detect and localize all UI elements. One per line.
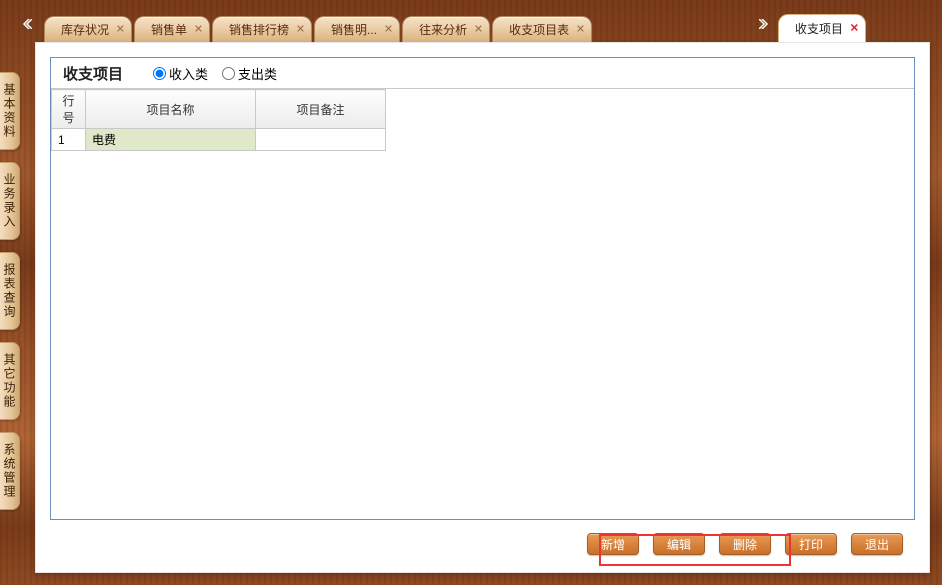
add-button[interactable]: 新增 (587, 533, 639, 555)
tab-label: 销售明... (331, 21, 377, 38)
tab-inventory[interactable]: 库存状况 ✕ (44, 16, 132, 42)
sidebar-item-business-entry[interactable]: 业务录入 (0, 162, 20, 240)
col-header-note[interactable]: 项目备注 (256, 90, 386, 129)
table-row[interactable]: 1 电费 (52, 129, 386, 151)
tab-label: 往来分析 (419, 21, 467, 38)
tab-sales-detail[interactable]: 销售明... ✕ (314, 16, 400, 42)
radio-income-input[interactable] (153, 67, 166, 80)
items-table: 行号 项目名称 项目备注 1 电费 (51, 89, 386, 151)
tab-label: 销售排行榜 (229, 21, 289, 38)
main-panel: 收支项目 收入类 支出类 行号 项目名称 项目备注 (35, 42, 930, 573)
close-icon[interactable]: ✕ (296, 24, 305, 35)
col-header-rownum[interactable]: 行号 (52, 90, 86, 129)
tab-label: 收支项目表 (509, 21, 569, 38)
data-grid: 行号 项目名称 项目备注 1 电费 (51, 88, 914, 151)
tab-label: 收支项目 (795, 20, 843, 37)
col-header-name[interactable]: 项目名称 (86, 90, 256, 129)
tab-sales-order[interactable]: 销售单 ✕ (134, 16, 210, 42)
tab-scroll-right[interactable] (755, 8, 773, 40)
tab-label: 销售单 (151, 21, 187, 38)
close-icon[interactable]: ✕ (850, 23, 859, 34)
sidebar: 基本资料 业务录入 报表查询 其它功能 系统管理 (0, 42, 22, 585)
close-icon[interactable]: ✕ (576, 24, 585, 35)
sidebar-item-label: 报表查询 (1, 263, 18, 319)
tab-income-expense-table[interactable]: 收支项目表 ✕ (492, 16, 592, 42)
sidebar-item-label: 系统管理 (1, 443, 18, 499)
page-title: 收支项目 (63, 63, 123, 84)
tab-contacts[interactable]: 往来分析 ✕ (402, 16, 490, 42)
panel-inner: 收支项目 收入类 支出类 行号 项目名称 项目备注 (50, 57, 915, 520)
category-radio-group: 收入类 支出类 (153, 64, 277, 83)
radio-income[interactable]: 收入类 (153, 64, 208, 83)
tab-scroll-left[interactable] (18, 8, 36, 40)
sidebar-item-label: 基本资料 (1, 83, 18, 139)
radio-expense[interactable]: 支出类 (222, 64, 277, 83)
panel-header: 收支项目 收入类 支出类 (51, 58, 914, 88)
exit-button[interactable]: 退出 (851, 533, 903, 555)
close-icon[interactable]: ✕ (384, 24, 393, 35)
button-bar: 新增 编辑 删除 打印 退出 (36, 528, 929, 560)
sidebar-item-label: 其它功能 (1, 353, 18, 409)
close-icon[interactable]: ✕ (194, 24, 203, 35)
radio-expense-input[interactable] (222, 67, 235, 80)
sidebar-item-basic-data[interactable]: 基本资料 (0, 72, 20, 150)
table-header-row: 行号 项目名称 项目备注 (52, 90, 386, 129)
cell-note (256, 129, 386, 151)
sidebar-item-report-query[interactable]: 报表查询 (0, 252, 20, 330)
sidebar-item-label: 业务录入 (1, 173, 18, 229)
close-icon[interactable]: ✕ (116, 24, 125, 35)
tab-strip: 库存状况 ✕ 销售单 ✕ 销售排行榜 ✕ 销售明... ✕ 往来分析 ✕ 收支项… (0, 0, 942, 42)
sidebar-item-system-manage[interactable]: 系统管理 (0, 432, 20, 510)
tab-sales-rank[interactable]: 销售排行榜 ✕ (212, 16, 312, 42)
close-icon[interactable]: ✕ (474, 24, 483, 35)
delete-button[interactable]: 删除 (719, 533, 771, 555)
tab-label: 库存状况 (61, 21, 109, 38)
cell-name: 电费 (86, 129, 256, 151)
edit-button[interactable]: 编辑 (653, 533, 705, 555)
tab-income-expense-item[interactable]: 收支项目 ✕ (778, 14, 866, 42)
radio-label: 收入类 (169, 64, 208, 83)
tabs-container: 库存状况 ✕ 销售单 ✕ 销售排行榜 ✕ 销售明... ✕ 往来分析 ✕ 收支项… (44, 16, 594, 42)
cell-rownum: 1 (52, 129, 86, 151)
sidebar-item-other-functions[interactable]: 其它功能 (0, 342, 20, 420)
print-button[interactable]: 打印 (785, 533, 837, 555)
radio-label: 支出类 (238, 64, 277, 83)
